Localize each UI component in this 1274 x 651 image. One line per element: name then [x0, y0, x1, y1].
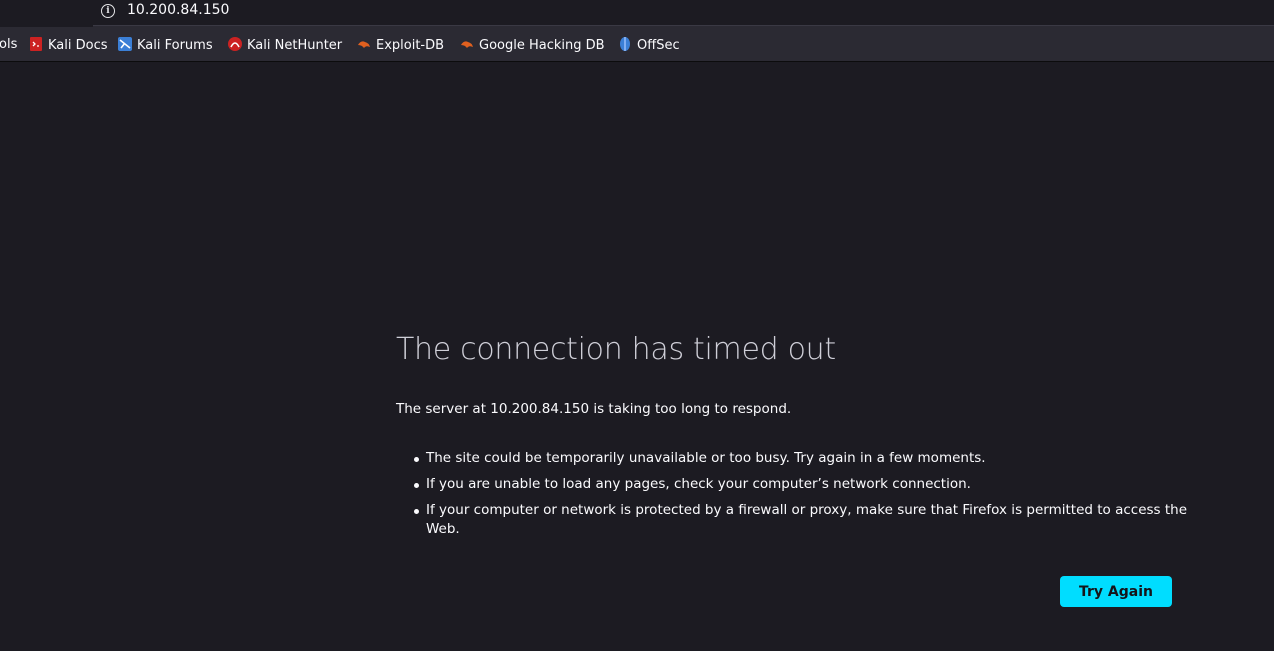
bullet-icon — [414, 483, 419, 488]
kali-nethunter-icon — [228, 37, 242, 51]
tab-strip: i 10.200.84.150 — [0, 0, 1274, 27]
suggestion-item: The site could be temporarily unavailabl… — [414, 449, 1206, 468]
bullet-icon — [414, 457, 419, 462]
suggestion-item: If your computer or network is protected… — [414, 501, 1206, 539]
kali-docs-icon — [30, 37, 42, 51]
error-title: The connection has timed out — [396, 332, 836, 367]
suggestion-text: The site could be temporarily unavailabl… — [426, 450, 986, 466]
suggestion-text: If you are unable to load any pages, che… — [426, 476, 971, 492]
bookmark-truncated[interactable]: ols — [0, 37, 17, 53]
error-suggestions-list: The site could be temporarily unavailabl… — [396, 449, 1206, 546]
error-description: The server at 10.200.84.150 is taking to… — [396, 401, 792, 417]
bookmarks-toolbar: ols Kali Docs Kali Forums Kali NetHunter… — [0, 27, 1274, 62]
bookmark-label: Kali Docs — [48, 38, 108, 53]
tab-strip-left — [0, 0, 93, 27]
bookmark-label: Google Hacking DB — [479, 38, 605, 53]
bookmark-label: ols — [0, 37, 18, 52]
url-text[interactable]: 10.200.84.150 — [127, 2, 229, 18]
bookmark-offsec[interactable]: OffSec — [618, 37, 680, 53]
bookmark-label: Kali Forums — [137, 38, 213, 53]
bookmark-kali-forums[interactable]: Kali Forums — [118, 37, 213, 53]
site-info-icon[interactable]: i — [101, 4, 115, 18]
bookmark-label: OffSec — [637, 38, 680, 53]
exploit-db-icon — [358, 41, 370, 48]
bookmark-google-hacking-db[interactable]: Google Hacking DB — [460, 37, 605, 53]
bullet-icon — [414, 509, 419, 514]
bookmark-exploit-db[interactable]: Exploit-DB — [357, 37, 444, 53]
bookmark-kali-nethunter[interactable]: Kali NetHunter — [228, 37, 342, 53]
suggestion-item: If you are unable to load any pages, che… — [414, 475, 1206, 494]
kali-forums-icon — [118, 37, 132, 51]
try-again-button[interactable]: Try Again — [1060, 576, 1172, 607]
ghdb-icon — [461, 41, 473, 48]
suggestion-text: If your computer or network is protected… — [426, 502, 1188, 537]
bookmark-kali-docs[interactable]: Kali Docs — [29, 37, 108, 53]
bookmark-label: Kali NetHunter — [247, 38, 343, 53]
bookmark-label: Exploit-DB — [376, 38, 445, 53]
address-bar[interactable]: i 10.200.84.150 — [93, 0, 1274, 26]
offsec-icon — [620, 37, 630, 51]
